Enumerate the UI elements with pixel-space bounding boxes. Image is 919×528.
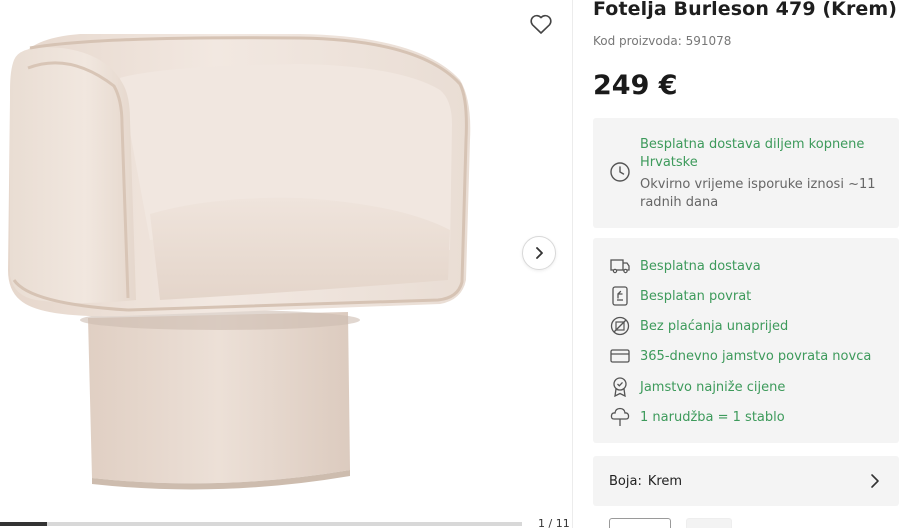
benefit-label: Jamstvo najniže cijene	[640, 379, 786, 395]
heart-outline-icon	[530, 14, 552, 34]
no-prepayment-icon	[610, 316, 630, 336]
badge-icon	[613, 377, 627, 397]
product-image[interactable]	[0, 0, 520, 528]
favorite-button[interactable]	[527, 10, 555, 38]
product-price: 249 €	[593, 70, 678, 101]
money-back-icon	[610, 349, 630, 363]
gallery-progress-bar	[0, 522, 522, 526]
product-code: Kod proizvoda: 591078	[593, 34, 732, 48]
benefit-label: 1 narudžba = 1 stablo	[640, 409, 785, 425]
thumbnail-selected[interactable]	[609, 518, 671, 528]
benefits-box: Besplatna dostava Besplatan povrat Bez p…	[593, 238, 899, 443]
truck-icon	[610, 259, 630, 274]
color-selector[interactable]: Boja: Krem	[593, 456, 899, 506]
benefit-label: 365-dnevno jamstvo povrata novca	[640, 348, 872, 364]
color-value: Krem	[647, 473, 683, 489]
delivery-info-box: Besplatna dostava diljem kopnene Hrvatsk…	[593, 118, 899, 228]
benefit-item-lowest-price[interactable]: Jamstvo najniže cijene	[609, 376, 894, 398]
benefit-item-no-prepayment[interactable]: Bez plaćanja unaprijed	[609, 315, 894, 337]
tree-icon	[610, 407, 630, 426]
benefit-label: Besplatna dostava	[640, 258, 761, 274]
chevron-right-icon	[536, 247, 543, 259]
benefit-item-free-delivery[interactable]: Besplatna dostava	[609, 255, 894, 277]
delivery-title: Besplatna dostava diljem kopnene Hrvatsk…	[640, 137, 865, 170]
gallery-progress-fill	[0, 522, 47, 526]
product-gallery	[0, 0, 572, 528]
benefit-item-tree[interactable]: 1 narudžba = 1 stablo	[609, 406, 894, 428]
thumbnail[interactable]	[686, 518, 732, 528]
color-label: Boja:	[609, 473, 642, 489]
next-image-button[interactable]	[522, 236, 556, 270]
benefit-label: Bez plaćanja unaprijed	[640, 318, 789, 334]
benefit-label: Besplatan povrat	[640, 288, 752, 304]
benefit-item-money-back[interactable]: 365-dnevno jamstvo povrata novca	[609, 345, 894, 367]
delivery-estimate: Okvirno vrijeme isporuke iznosi ~11 radn…	[640, 177, 876, 210]
image-counter: 1 / 11	[538, 517, 570, 528]
column-divider	[572, 0, 573, 528]
product-title: Fotelja Burleson 479 (Krem)	[593, 0, 898, 20]
chevron-right-icon	[871, 474, 879, 488]
return-icon	[612, 286, 628, 306]
color-selector-row[interactable]: Boja: Krem	[609, 456, 885, 506]
clock-icon	[610, 162, 630, 182]
benefit-item-free-return[interactable]: Besplatan povrat	[609, 285, 894, 307]
